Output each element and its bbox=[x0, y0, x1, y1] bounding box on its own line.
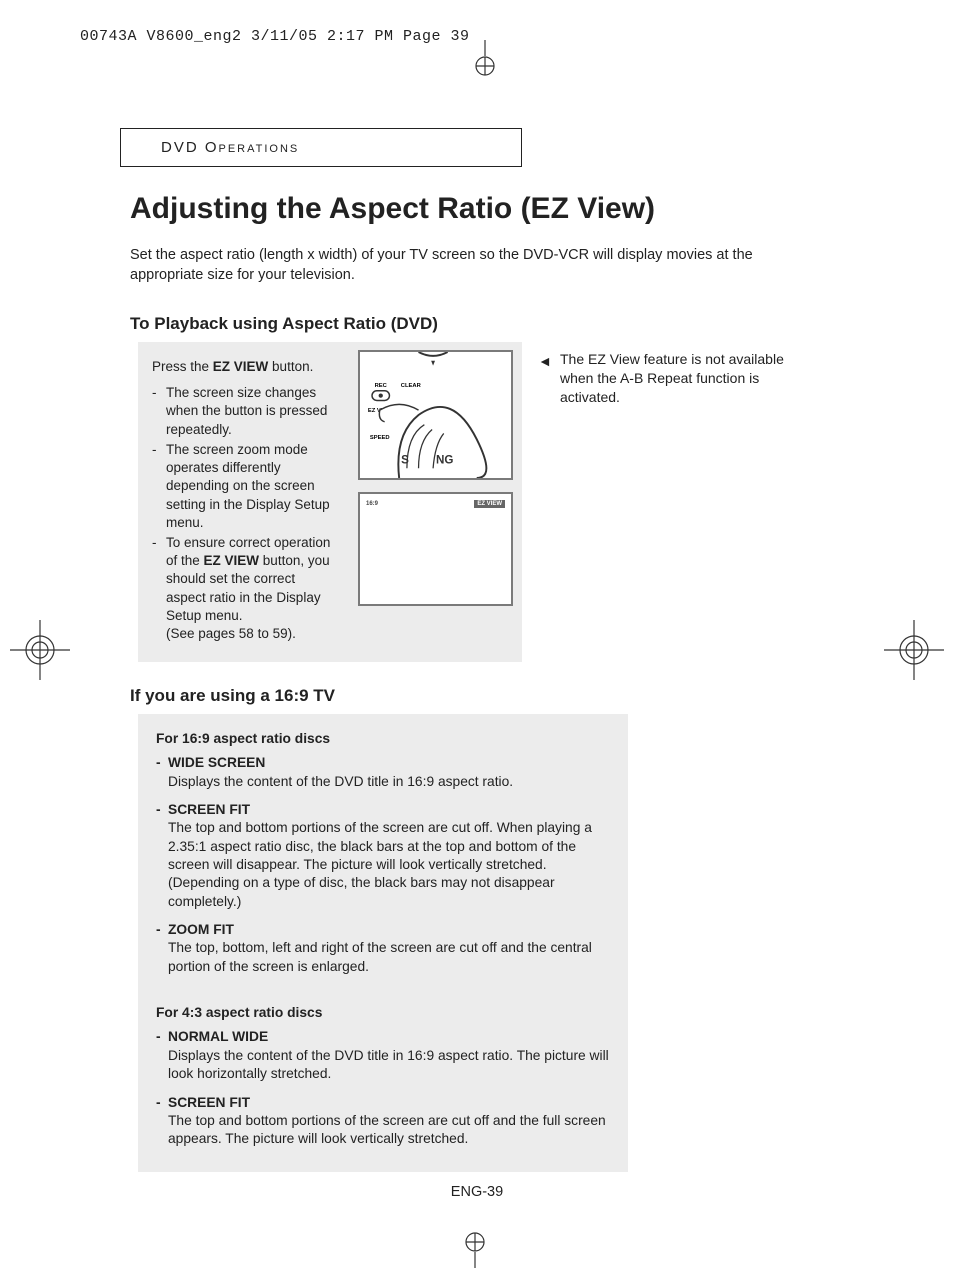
registration-mark-right-icon bbox=[884, 620, 944, 680]
bullet-2: The screen zoom mode operates differentl… bbox=[166, 441, 337, 532]
group-head-2: For 4:3 aspect ratio discs bbox=[156, 1004, 610, 1022]
screen-ezview-badge: EZ VIEW bbox=[474, 500, 505, 508]
registration-mark-bottom-icon bbox=[460, 1228, 490, 1268]
option-zoom-fit: ZOOM FIT bbox=[168, 921, 234, 939]
section-label-text: DVD Operations bbox=[161, 139, 299, 156]
desc-screen-fit-2: The top and bottom portions of the scree… bbox=[168, 1112, 610, 1149]
group-head-1: For 16:9 aspect ratio discs bbox=[156, 730, 610, 748]
tv-screen-illustration: 16:9 EZ VIEW bbox=[358, 492, 513, 606]
desc-normal-wide: Displays the content of the DVD title in… bbox=[168, 1047, 610, 1084]
page-number: ENG-39 bbox=[0, 1184, 954, 1200]
svg-text:S: S bbox=[401, 453, 409, 466]
svg-text:CLEAR: CLEAR bbox=[401, 383, 422, 389]
manual-page: 00743A V8600_eng2 3/11/05 2:17 PM Page 3… bbox=[0, 0, 954, 1288]
desc-wide-screen: Displays the content of the DVD title in… bbox=[168, 773, 610, 791]
lead-bold: EZ VIEW bbox=[213, 359, 269, 374]
instruction-text: Press the EZ VIEW button. -The screen si… bbox=[152, 358, 337, 645]
intro-text: Set the aspect ratio (length x width) of… bbox=[130, 246, 830, 285]
option-wide-screen: WIDE SCREEN bbox=[168, 754, 265, 772]
desc-zoom-fit: The top, bottom, left and right of the s… bbox=[168, 939, 610, 976]
bullet-3: To ensure correct operation of the EZ VI… bbox=[166, 534, 337, 643]
option-screen-fit-2: SCREEN FIT bbox=[168, 1094, 250, 1112]
print-header: 00743A V8600_eng2 3/11/05 2:17 PM Page 3… bbox=[80, 28, 470, 45]
option-normal-wide: NORMAL WIDE bbox=[168, 1028, 268, 1046]
option-screen-fit: SCREEN FIT bbox=[168, 801, 250, 819]
svg-text:SPEED: SPEED bbox=[370, 435, 390, 441]
registration-mark-left-icon bbox=[10, 620, 70, 680]
lead-post: button. bbox=[268, 359, 313, 374]
aspect-ratio-panel: For 16:9 aspect ratio discs -WIDE SCREEN… bbox=[138, 714, 628, 1172]
registration-mark-top-icon bbox=[470, 40, 500, 80]
screen-aspect-label: 16:9 bbox=[366, 501, 378, 507]
remote-illustration: REC CLEAR EZ VIEW SPEED TRK ADJ TIMER S … bbox=[358, 350, 513, 480]
lead-pre: Press the bbox=[152, 359, 213, 374]
page-title: Adjusting the Aspect Ratio (EZ View) bbox=[130, 192, 655, 226]
side-note: ◄ The EZ View feature is not available w… bbox=[540, 350, 800, 407]
arrow-left-icon: ◄ bbox=[538, 352, 552, 371]
svg-text:REC: REC bbox=[375, 383, 388, 389]
side-note-text: The EZ View feature is not available whe… bbox=[560, 350, 800, 407]
subheading-16-9: If you are using a 16:9 TV bbox=[130, 686, 335, 706]
bullet-1: The screen size changes when the button … bbox=[166, 384, 337, 439]
desc-screen-fit: The top and bottom portions of the scree… bbox=[168, 819, 610, 911]
svg-text:NG: NG bbox=[436, 453, 453, 466]
subheading-playback: To Playback using Aspect Ratio (DVD) bbox=[130, 314, 438, 334]
section-label: DVD Operations bbox=[120, 128, 522, 167]
